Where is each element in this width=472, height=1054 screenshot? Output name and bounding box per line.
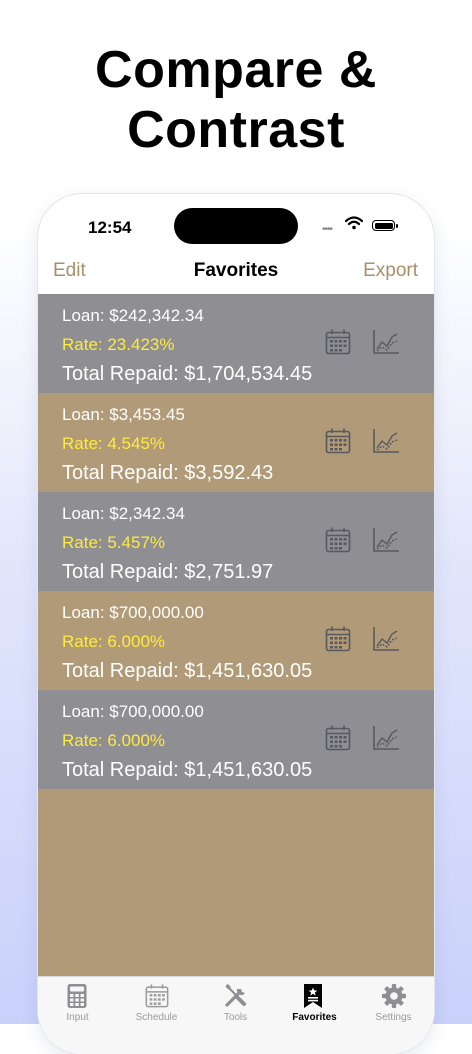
tab-label: Schedule	[135, 1012, 178, 1023]
status-time: 12:54	[88, 218, 132, 237]
loan-amount: Loan: $2,342.34	[62, 504, 185, 523]
tab-tools[interactable]: Tools	[196, 977, 275, 1037]
tab-input[interactable]: Input	[38, 977, 117, 1037]
loan-amount: Loan: $3,453.45	[62, 405, 185, 424]
tab-bar: Input Schedule Tools Favorites Settings	[38, 976, 434, 1054]
favorites-list[interactable]: Loan: $242,342.34 Rate: 23.423% Total Re…	[38, 294, 434, 976]
loan-amount: Loan: $242,342.34	[62, 306, 204, 325]
bookmark-star-icon	[304, 984, 322, 1008]
tab-label: Favorites	[292, 1012, 337, 1023]
calculator-icon	[67, 984, 87, 1008]
interest-rate: Rate: 6.000%	[62, 731, 166, 750]
tab-label: Input	[66, 1012, 89, 1023]
tab-label: Settings	[375, 1012, 412, 1023]
calendar-icon	[145, 984, 169, 1008]
interest-rate: Rate: 6.000%	[62, 632, 166, 651]
headline-line-2: Contrast	[127, 101, 345, 159]
export-button[interactable]: Export	[363, 260, 418, 282]
tab-label: Tools	[223, 1012, 248, 1023]
total-repaid: Total Repaid: $1,451,630.05	[62, 759, 313, 781]
tab-settings[interactable]: Settings	[354, 977, 433, 1037]
total-repaid: Total Repaid: $1,451,630.05	[62, 660, 313, 682]
line-chart-icon[interactable]	[371, 328, 401, 356]
status-bar: 12:54 ••••	[38, 194, 434, 254]
total-repaid: Total Repaid: $2,751.97	[62, 561, 274, 583]
interest-rate: Rate: 23.423%	[62, 335, 175, 354]
interest-rate: Rate: 5.457%	[62, 533, 166, 552]
interest-rate: Rate: 4.545%	[62, 434, 166, 453]
tab-schedule[interactable]: Schedule	[117, 977, 196, 1037]
gear-icon	[382, 984, 406, 1008]
calendar-icon[interactable]	[324, 724, 352, 752]
list-item[interactable]: Loan: $700,000.00 Rate: 6.000% Total Rep…	[38, 690, 434, 789]
total-repaid: Total Repaid: $3,592.43	[62, 462, 274, 484]
wifi-icon	[345, 216, 363, 230]
list-item[interactable]: Loan: $3,453.45 Rate: 4.545% Total Repai…	[38, 393, 434, 492]
tab-favorites[interactable]: Favorites	[275, 977, 354, 1037]
calendar-icon[interactable]	[324, 625, 352, 653]
calendar-icon[interactable]	[324, 427, 352, 455]
list-item[interactable]: Loan: $242,342.34 Rate: 23.423% Total Re…	[38, 294, 434, 393]
headline-line-1: Compare &	[95, 41, 377, 99]
phone-frame: 12:54 •••• Edit Favorites Export Loan: $…	[38, 194, 434, 1054]
list-item[interactable]: Loan: $2,342.34 Rate: 5.457% Total Repai…	[38, 492, 434, 591]
headline: Compare & Contrast	[0, 40, 472, 160]
dynamic-island	[174, 208, 298, 244]
loan-amount: Loan: $700,000.00	[62, 603, 204, 622]
calendar-icon[interactable]	[324, 526, 352, 554]
navigation-bar: Edit Favorites Export	[38, 254, 434, 294]
calendar-icon[interactable]	[324, 328, 352, 356]
line-chart-icon[interactable]	[371, 724, 401, 752]
loan-amount: Loan: $700,000.00	[62, 702, 204, 721]
line-chart-icon[interactable]	[371, 526, 401, 554]
list-item[interactable]: Loan: $700,000.00 Rate: 6.000% Total Rep…	[38, 591, 434, 690]
total-repaid: Total Repaid: $1,704,534.45	[62, 363, 313, 385]
tools-icon	[225, 984, 246, 1007]
signal-icon: ••••	[322, 224, 333, 235]
line-chart-icon[interactable]	[371, 427, 401, 455]
battery-icon	[372, 220, 398, 231]
line-chart-icon[interactable]	[371, 625, 401, 653]
